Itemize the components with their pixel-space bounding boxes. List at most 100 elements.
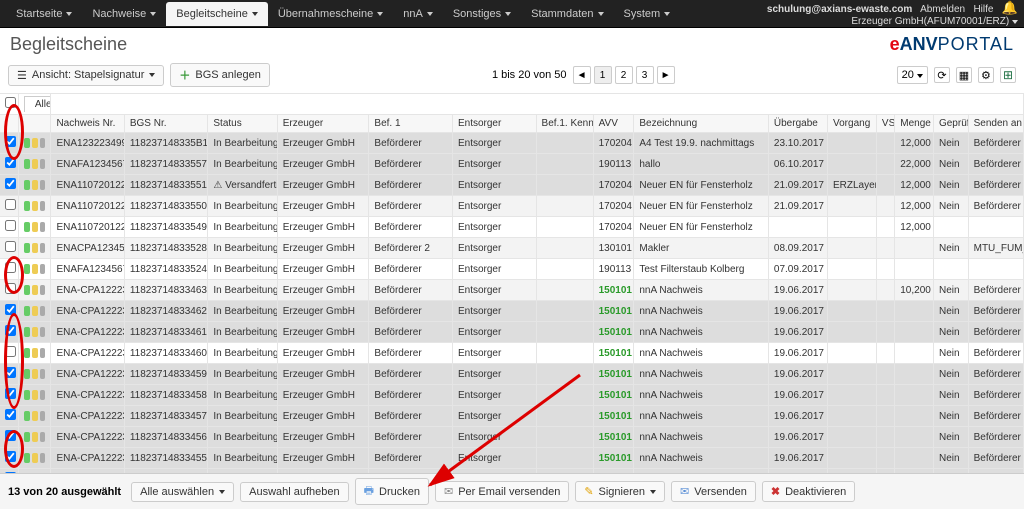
col-header[interactable]: Übergabe bbox=[768, 115, 827, 133]
col-header[interactable]: Entsorger bbox=[452, 115, 536, 133]
select-all-checkbox[interactable] bbox=[5, 97, 16, 108]
row-checkbox[interactable] bbox=[5, 304, 16, 315]
logout-link[interactable]: Abmelden bbox=[920, 4, 965, 15]
col-header[interactable]: Menge bbox=[895, 115, 934, 133]
bell-icon[interactable]: 🔔 bbox=[1002, 0, 1018, 15]
row-action-icons[interactable] bbox=[24, 453, 46, 463]
col-header[interactable]: AVV bbox=[593, 115, 634, 133]
row-checkbox[interactable] bbox=[5, 346, 16, 357]
row-action-icons[interactable] bbox=[24, 201, 46, 211]
refresh-icon[interactable]: ⟳ bbox=[934, 67, 950, 83]
nav-item-stammdaten[interactable]: Stammdaten bbox=[521, 2, 613, 26]
table-row[interactable]: ENA-CPA1222311823714833457In Bearbeitung… bbox=[0, 406, 1024, 427]
pager-prev[interactable]: ◄ bbox=[573, 66, 591, 84]
row-action-icons[interactable] bbox=[24, 369, 46, 379]
col-header[interactable] bbox=[18, 115, 51, 133]
nav-item-sonstiges[interactable]: Sonstiges bbox=[443, 2, 521, 26]
col-header[interactable]: Status bbox=[208, 115, 277, 133]
table-row[interactable]: ENA-CPA1222311823714833456In Bearbeitung… bbox=[0, 427, 1024, 448]
col-header[interactable]: Bef.1. Kennz. bbox=[536, 115, 593, 133]
select-all-button[interactable]: Alle auswählen bbox=[131, 482, 234, 502]
row-checkbox[interactable] bbox=[5, 325, 16, 336]
pager-next[interactable]: ► bbox=[657, 66, 675, 84]
pager-page-1[interactable]: 1 bbox=[594, 66, 612, 84]
row-action-icons[interactable] bbox=[24, 306, 46, 316]
col-header[interactable]: Vorgang bbox=[828, 115, 877, 133]
table-row[interactable]: ENAFA123456711823714833524In Bearbeitung… bbox=[0, 259, 1024, 280]
table-row[interactable]: ENA-CPA1222311823714833458In Bearbeitung… bbox=[0, 385, 1024, 406]
row-checkbox[interactable] bbox=[5, 157, 16, 168]
org-label[interactable]: Erzeuger GmbH(AFUM70001/ERZ) bbox=[851, 16, 1009, 27]
new-bgs-button[interactable]: ＋ BGS anlegen bbox=[170, 63, 269, 87]
row-action-icons[interactable] bbox=[24, 285, 46, 295]
pager-page-3[interactable]: 3 bbox=[636, 66, 654, 84]
nav-item-nachweise[interactable]: Nachweise bbox=[82, 2, 166, 26]
row-action-icons[interactable] bbox=[24, 222, 46, 232]
row-action-icons[interactable] bbox=[24, 432, 46, 442]
col-header[interactable]: Geprüft bbox=[933, 115, 968, 133]
table-row[interactable]: ENA-CPA1222311823714833460In Bearbeitung… bbox=[0, 343, 1024, 364]
nav-item-system[interactable]: System bbox=[614, 2, 681, 26]
row-checkbox[interactable] bbox=[5, 199, 16, 210]
pager-page-2[interactable]: 2 bbox=[615, 66, 633, 84]
table-row[interactable]: ENA-CPA1222311823714833462In Bearbeitung… bbox=[0, 301, 1024, 322]
page-size-select[interactable]: 20 bbox=[897, 66, 928, 84]
row-action-icons[interactable] bbox=[24, 159, 46, 169]
table-row[interactable]: ENA11072012211823714833551⚠ Versandferti… bbox=[0, 175, 1024, 196]
sign-button[interactable]: ✎Signieren bbox=[575, 481, 665, 502]
deactivate-button[interactable]: ✖Deaktivieren bbox=[762, 481, 855, 502]
row-action-icons[interactable] bbox=[24, 264, 46, 274]
help-link[interactable]: Hilfe bbox=[973, 4, 993, 15]
row-action-icons[interactable] bbox=[24, 411, 46, 421]
table-wrap[interactable]: Alle Nachweis Nr.BGS Nr.StatusErzeugerBe… bbox=[0, 94, 1024, 484]
excel-export-icon[interactable]: ⊞ bbox=[1000, 67, 1016, 83]
table-row[interactable]: ENA11072012211823714833549In Bearbeitung… bbox=[0, 217, 1024, 238]
row-action-icons[interactable] bbox=[24, 348, 46, 358]
row-checkbox[interactable] bbox=[5, 220, 16, 231]
email-button[interactable]: ✉Per Email versenden bbox=[435, 481, 569, 502]
table-row[interactable]: ENA-CPA1222311823714833455In Bearbeitung… bbox=[0, 448, 1024, 469]
table-row[interactable]: ENA-CPA1222311823714833459In Bearbeitung… bbox=[0, 364, 1024, 385]
row-checkbox[interactable] bbox=[5, 178, 16, 189]
nav-item-nna[interactable]: nnA bbox=[393, 2, 443, 26]
col-header[interactable]: BGS Nr. bbox=[124, 115, 208, 133]
table-row[interactable]: ENA-CPA1222311823714833461In Bearbeitung… bbox=[0, 322, 1024, 343]
table-row[interactable]: ENA11072012211823714833550In Bearbeitung… bbox=[0, 196, 1024, 217]
row-checkbox[interactable] bbox=[5, 409, 16, 420]
print-button[interactable]: 🖶Drucken bbox=[355, 478, 429, 505]
col-header[interactable]: VS bbox=[876, 115, 894, 133]
tab-alle[interactable]: Alle bbox=[24, 96, 51, 112]
row-checkbox[interactable] bbox=[5, 262, 16, 273]
row-checkbox[interactable] bbox=[5, 136, 16, 147]
row-checkbox[interactable] bbox=[5, 367, 16, 378]
nav-item-übernahmescheine[interactable]: Übernahmescheine bbox=[268, 2, 393, 26]
row-checkbox[interactable] bbox=[5, 241, 16, 252]
row-checkbox[interactable] bbox=[5, 451, 16, 462]
row-action-icons[interactable] bbox=[24, 180, 46, 190]
deselect-button[interactable]: Auswahl aufheben bbox=[240, 482, 349, 502]
send-button[interactable]: ✉Versenden bbox=[671, 481, 756, 502]
nav-item-begleitscheine[interactable]: Begleitscheine bbox=[166, 2, 268, 26]
row-action-icons[interactable] bbox=[24, 138, 46, 148]
config-icon[interactable]: ⚙ bbox=[978, 67, 994, 83]
row-action-icons[interactable] bbox=[24, 327, 46, 337]
col-header[interactable]: Nachweis Nr. bbox=[51, 115, 124, 133]
col-header[interactable]: Bezeichnung bbox=[634, 115, 769, 133]
toolbar: ☰ Ansicht: Stapelsignatur ＋ BGS anlegen … bbox=[0, 61, 1024, 94]
col-header[interactable]: Erzeuger bbox=[277, 115, 369, 133]
nav-item-startseite[interactable]: Startseite bbox=[6, 2, 82, 26]
table-row[interactable]: ENAFA123456711823714833557In Bearbeitung… bbox=[0, 154, 1024, 175]
col-header[interactable]: Senden an bbox=[968, 115, 1023, 133]
col-header[interactable] bbox=[0, 115, 18, 133]
table-icon[interactable]: ▦ bbox=[956, 67, 972, 83]
table-row[interactable]: ENA123223499118237148335B1In Bearbeitung… bbox=[0, 133, 1024, 154]
row-checkbox[interactable] bbox=[5, 283, 16, 294]
row-action-icons[interactable] bbox=[24, 390, 46, 400]
view-selector[interactable]: ☰ Ansicht: Stapelsignatur bbox=[8, 65, 164, 86]
row-checkbox[interactable] bbox=[5, 430, 16, 441]
table-row[interactable]: ENACPA12345611823714833528In Bearbeitung… bbox=[0, 238, 1024, 259]
row-checkbox[interactable] bbox=[5, 388, 16, 399]
row-action-icons[interactable] bbox=[24, 243, 46, 253]
table-row[interactable]: ENA-CPA1222311823714833463In Bearbeitung… bbox=[0, 280, 1024, 301]
col-header[interactable]: Bef. 1 bbox=[369, 115, 453, 133]
